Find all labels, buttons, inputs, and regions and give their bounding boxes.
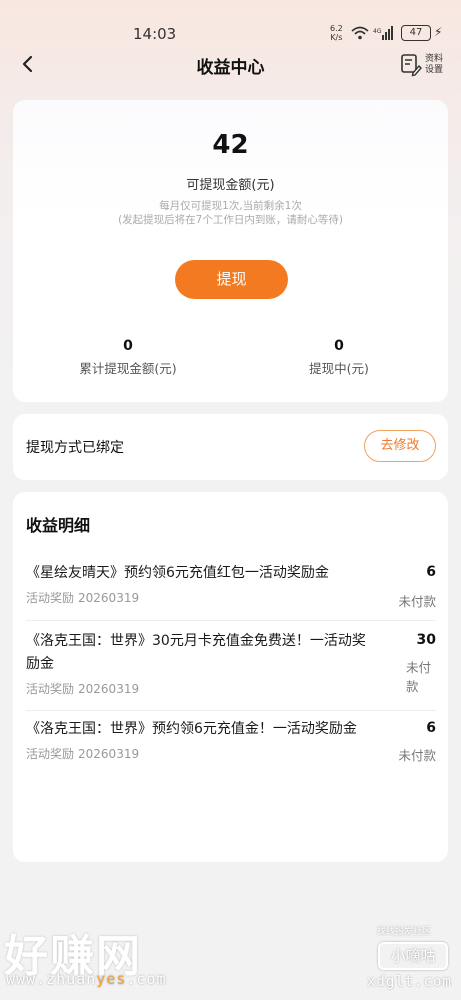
signal-icon: 4G — [373, 26, 393, 40]
list-item[interactable]: 《星绘友晴天》预约领6元充值红包一活动奖励金 活动奖励 20260319 6 未付… — [26, 562, 436, 609]
entry-amount: 6 — [426, 564, 436, 580]
entry-meta: 活动奖励 20260319 — [26, 589, 436, 606]
entry-title: 《星绘友晴天》预约领6元充值红包一活动奖励金 — [26, 565, 329, 581]
entry-status: 未付款 — [398, 748, 436, 763]
status-icons: 4G — [351, 26, 395, 40]
withdrawable-amount: 42 — [212, 130, 249, 160]
pending-withdraw-stat: 0 提现中(元) — [259, 338, 419, 377]
divider — [26, 710, 436, 711]
entry-status: 未付款 — [406, 660, 432, 694]
network-speed: 6.2 K/s — [330, 24, 343, 42]
entry-meta: 活动奖励 20260319 — [26, 680, 436, 697]
withdraw-method-card: 提现方式已绑定 去修改 — [13, 414, 448, 480]
entry-amount: 30 — [416, 632, 436, 648]
watermark-brand: 小嘀咕 — [378, 942, 448, 970]
pending-withdraw-value: 0 — [334, 338, 344, 354]
wifi-icon — [351, 26, 369, 40]
total-withdrawn-value: 0 — [123, 338, 133, 354]
divider — [26, 620, 436, 621]
profile-settings-button[interactable]: 资料设置 — [400, 51, 452, 85]
network-speed-value: 6.2 — [330, 24, 343, 33]
status-bar: 14:03 6.2 K/s 4G 47 ⚡ — [0, 0, 461, 50]
watermark-url-suffix: .com — [126, 970, 167, 988]
entry-meta: 活动奖励 20260319 — [26, 745, 436, 762]
pending-withdraw-label: 提现中(元) — [309, 361, 369, 376]
entry-type: 活动奖励 — [26, 747, 75, 761]
withdraw-button[interactable]: 提现 — [175, 260, 288, 299]
withdrawable-amount-label: 可提现金额(元) — [186, 178, 275, 193]
watermark-community: 找线报发社区 — [377, 927, 432, 937]
earnings-detail-card: 收益明细 《星绘友晴天》预约领6元充值红包一活动奖励金 活动奖励 20260319… — [13, 492, 448, 862]
edit-document-icon — [401, 54, 422, 77]
modify-method-button[interactable]: 去修改 — [364, 430, 436, 462]
withdraw-method-label: 提现方式已绑定 — [26, 440, 124, 456]
header: 收益中心 资料设置 — [0, 45, 461, 85]
svg-text:4G: 4G — [373, 28, 382, 35]
page-title: 收益中心 — [196, 58, 265, 78]
entry-title: 《洛克王国：世界》30元月卡充值金免费送！一活动奖励金 — [26, 633, 366, 672]
entry-status: 未付款 — [398, 594, 436, 609]
watermark-url-prefix: www.zhuan — [6, 970, 97, 988]
total-withdrawn-stat: 0 累计提现金额(元) — [48, 338, 208, 377]
watermark-url: www.zhuanyes.com — [6, 970, 167, 988]
entry-amount: 6 — [426, 720, 436, 736]
entry-date: 20260319 — [78, 682, 140, 696]
list-item[interactable]: 《洛克王国：世界》预约领6元充值金！一活动奖励金 活动奖励 20260319 6 … — [26, 718, 436, 763]
status-time: 14:03 — [133, 25, 177, 43]
entry-title: 《洛克王国：世界》预约领6元充值金！一活动奖励金 — [26, 721, 357, 737]
earnings-detail-title: 收益明细 — [26, 516, 91, 535]
withdraw-arrival-note: (发起提现后将在7个工作日内到账，请耐心等待) — [118, 214, 343, 226]
watermark-url-highlight: yes — [96, 970, 127, 988]
watermark-brand-url: xdglt.com — [367, 974, 452, 990]
list-item[interactable]: 《洛克王国：世界》30元月卡充值金免费送！一活动奖励金 活动奖励 20260319… — [26, 630, 436, 697]
network-speed-unit: K/s — [330, 33, 343, 42]
withdraw-limit-note: 每月仅可提现1次,当前剩余1次 — [159, 200, 302, 212]
battery-indicator: 47 — [401, 25, 431, 41]
entry-type: 活动奖励 — [26, 591, 75, 605]
settings-label: 资料设置 — [425, 54, 444, 75]
entry-date: 20260319 — [78, 591, 140, 605]
entry-date: 20260319 — [78, 747, 140, 761]
total-withdrawn-label: 累计提现金额(元) — [79, 361, 177, 376]
entry-type: 活动奖励 — [26, 682, 75, 696]
charging-icon: ⚡ — [434, 25, 443, 39]
balance-card: 42 可提现金额(元) 每月仅可提现1次,当前剩余1次 (发起提现后将在7个工作… — [13, 100, 448, 402]
